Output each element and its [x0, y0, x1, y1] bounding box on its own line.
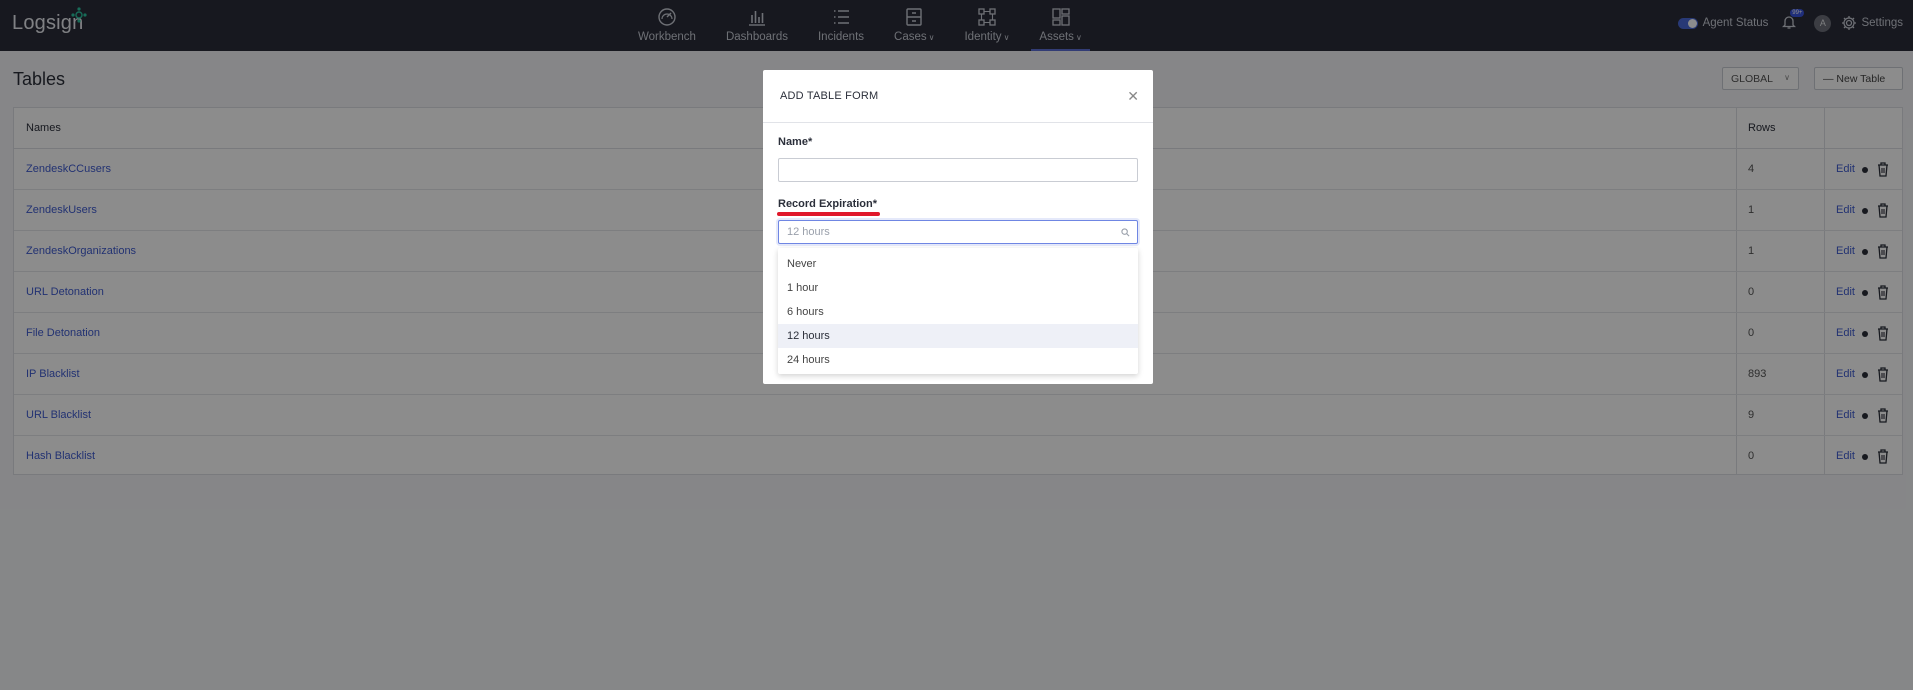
dropdown-option[interactable]: 24 hours [778, 348, 1138, 372]
close-icon[interactable]: ✕ [1127, 88, 1139, 105]
dropdown-option[interactable]: Never [778, 252, 1138, 276]
highlight-underline [777, 212, 880, 216]
modal-title: ADD TABLE FORM [780, 90, 879, 102]
name-label: Name* [778, 136, 813, 148]
expiration-dropdown: Never 1 hour 6 hours 12 hours 24 hours [778, 248, 1138, 374]
modal-header: ADD TABLE FORM ✕ [763, 70, 1153, 123]
search-icon [1121, 228, 1130, 237]
record-expiration-label: Record Expiration* [778, 198, 878, 210]
add-table-modal: ADD TABLE FORM ✕ Name* Record Expiration… [763, 70, 1153, 384]
dropdown-option[interactable]: 6 hours [778, 300, 1138, 324]
dropdown-option[interactable]: 12 hours [778, 324, 1138, 348]
dropdown-option[interactable]: 1 hour [778, 276, 1138, 300]
record-expiration-input[interactable] [778, 220, 1138, 244]
name-input[interactable] [778, 158, 1138, 182]
